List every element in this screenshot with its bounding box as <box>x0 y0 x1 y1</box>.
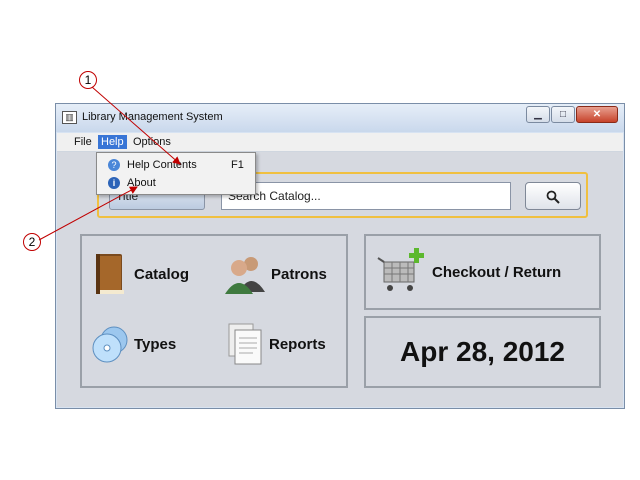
close-button[interactable]: ✕ <box>576 106 618 123</box>
help-contents-label: Help Contents <box>127 159 197 171</box>
catalog-tile[interactable]: Catalog <box>90 252 189 296</box>
shopping-cart-icon <box>377 248 424 291</box>
navigation-panel: Catalog Patrons Types Reports <box>80 234 348 388</box>
document-icon <box>228 323 262 365</box>
maximize-button[interactable]: □ <box>551 106 575 123</box>
discs-icon <box>92 326 128 363</box>
menu-item-help-contents[interactable]: ? Help Contents F1 <box>97 157 255 174</box>
checkout-panel[interactable]: Checkout / Return <box>364 234 601 310</box>
help-dropdown-menu: ? Help Contents F1 i About <box>96 152 256 195</box>
menu-options[interactable]: Options <box>130 135 174 149</box>
current-date: Apr 28, 2012 <box>400 336 565 367</box>
info-icon: i <box>108 177 120 189</box>
callout-1: 1 <box>79 71 97 89</box>
people-icon <box>225 257 265 294</box>
question-icon: ? <box>108 159 120 171</box>
menu-file[interactable]: File <box>71 135 95 149</box>
patrons-label: Patrons <box>271 265 327 283</box>
app-window: ▥ Library Management System ▁ □ ✕ File H… <box>55 103 625 409</box>
search-button[interactable] <box>525 182 581 210</box>
book-icon <box>96 254 124 294</box>
checkout-tile[interactable]: Checkout / Return <box>376 246 561 298</box>
search-icon <box>546 190 560 204</box>
checkout-label: Checkout / Return <box>432 263 562 281</box>
menu-help[interactable]: Help <box>98 135 127 149</box>
help-contents-shortcut: F1 <box>231 159 244 171</box>
reports-tile[interactable]: Reports <box>225 322 326 366</box>
reports-label: Reports <box>269 335 326 353</box>
menu-bar: File Help Options <box>57 133 623 152</box>
library-app-icon: ▥ <box>62 111 77 124</box>
window-title: Library Management System <box>82 111 223 123</box>
types-label: Types <box>134 335 177 353</box>
title-bar: ▥ Library Management System ▁ □ ✕ <box>56 104 624 132</box>
minimize-button[interactable]: ▁ <box>526 106 550 123</box>
search-input[interactable]: Search Catalog... <box>221 182 511 210</box>
catalog-label: Catalog <box>134 265 190 283</box>
about-label: About <box>127 177 156 189</box>
types-tile[interactable]: Types <box>90 324 176 364</box>
patrons-tile[interactable]: Patrons <box>223 252 327 296</box>
date-panel: Apr 28, 2012 <box>364 316 601 388</box>
menu-item-about[interactable]: i About <box>97 175 255 192</box>
callout-2: 2 <box>23 233 41 251</box>
